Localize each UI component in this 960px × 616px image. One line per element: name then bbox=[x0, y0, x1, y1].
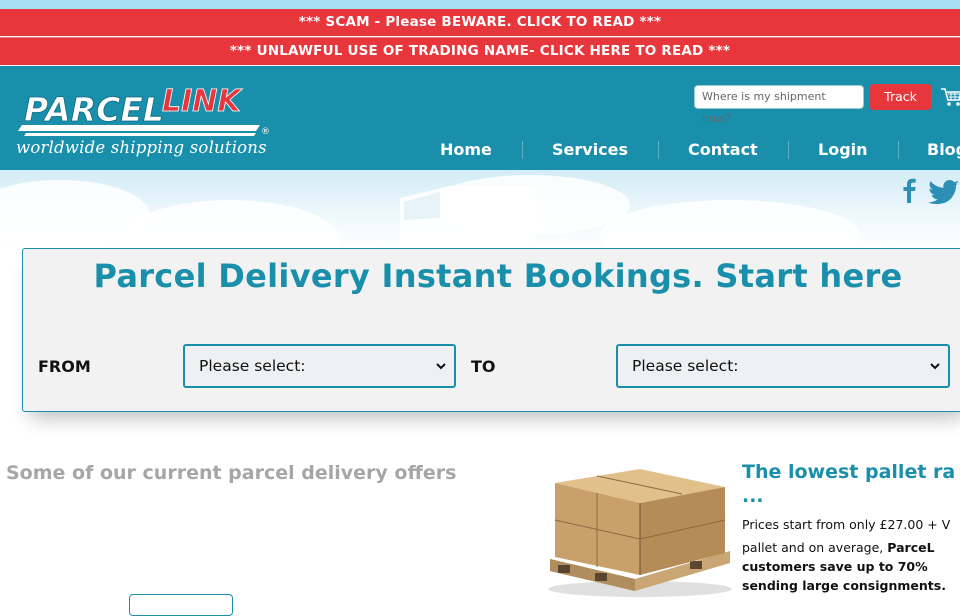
pallet-rates-title: The lowest pallet ra bbox=[742, 461, 956, 483]
logo-text-link: LINK bbox=[162, 84, 243, 119]
pallet-consignments-text: sending large consignments. bbox=[742, 578, 946, 593]
pallet-text-line3: customers save up to 70% bbox=[742, 559, 928, 574]
unlawful-use-banner[interactable]: *** UNLAWFUL USE OF TRADING NAME- CLICK … bbox=[0, 37, 960, 65]
main-navigation: Home Services Contact Login Blog bbox=[0, 139, 960, 161]
nav-divider bbox=[788, 141, 789, 159]
top-accent-strip bbox=[0, 0, 960, 9]
pallet-text-line2: pallet and on average, ParceL bbox=[742, 540, 935, 555]
cloud-shape bbox=[120, 200, 340, 250]
chevron-down-icon bbox=[930, 363, 940, 370]
pallet-savings-text: customers save up to 70% bbox=[742, 559, 928, 574]
nav-divider bbox=[898, 141, 899, 159]
nav-item-services[interactable]: Services bbox=[552, 139, 628, 161]
hero-background bbox=[0, 170, 960, 250]
scam-warning-banner[interactable]: *** SCAM - Please BEWARE. CLICK TO READ … bbox=[0, 9, 960, 36]
to-select[interactable]: Please select: bbox=[616, 344, 950, 388]
cloud-shape bbox=[600, 200, 860, 250]
chevron-down-icon bbox=[436, 363, 446, 370]
offers-heading: Some of our current parcel delivery offe… bbox=[6, 462, 457, 484]
to-label: TO bbox=[471, 357, 496, 376]
site-header: PARCEL LINK ® worldwide shipping solutio… bbox=[0, 66, 960, 170]
delivery-truck-silhouette bbox=[400, 186, 535, 248]
to-select-value: Please select: bbox=[632, 357, 739, 375]
shipment-search-input[interactable]: Where is my shipment now? bbox=[694, 85, 864, 125]
from-select-value: Please select: bbox=[199, 357, 306, 375]
pallet-text-line1: Prices start from only £27.00 + V bbox=[742, 517, 951, 532]
from-label: FROM bbox=[38, 357, 91, 376]
offer-card-edge[interactable] bbox=[129, 594, 233, 616]
nav-item-contact[interactable]: Contact bbox=[688, 139, 758, 161]
pallet-title-ellipsis: ... bbox=[742, 485, 764, 507]
from-select[interactable]: Please select: bbox=[183, 344, 456, 388]
pallet-text-line4: sending large consignments. bbox=[742, 578, 946, 593]
booking-title: Parcel Delivery Instant Bookings. Start … bbox=[93, 257, 903, 295]
facebook-icon[interactable] bbox=[900, 177, 918, 203]
nav-divider bbox=[522, 141, 523, 159]
twitter-icon[interactable] bbox=[928, 180, 960, 204]
logo-text-parcel: PARCEL bbox=[24, 90, 164, 129]
nav-item-blog[interactable]: Blog bbox=[927, 139, 960, 161]
nav-divider bbox=[658, 141, 659, 159]
registered-mark: ® bbox=[261, 127, 270, 137]
booking-panel: Parcel Delivery Instant Bookings. Start … bbox=[22, 248, 960, 412]
cart-icon[interactable] bbox=[940, 86, 960, 108]
nav-item-login[interactable]: Login bbox=[818, 139, 868, 161]
pallet-text-brand: ParceL bbox=[887, 540, 935, 555]
track-button[interactable]: Track bbox=[870, 84, 931, 110]
pallet-text-line2-a: pallet and on average, bbox=[742, 540, 884, 555]
nav-item-home[interactable]: Home bbox=[440, 139, 492, 161]
pallet-boxes-image bbox=[548, 469, 732, 597]
